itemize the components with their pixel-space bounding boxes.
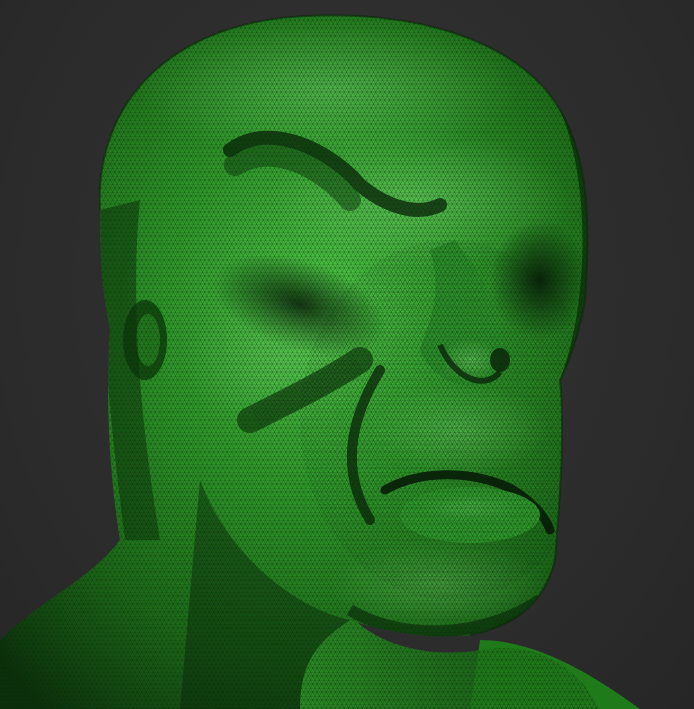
3d-viewport[interactable]: [0, 0, 694, 709]
sculpt-model-render: [0, 14, 640, 709]
